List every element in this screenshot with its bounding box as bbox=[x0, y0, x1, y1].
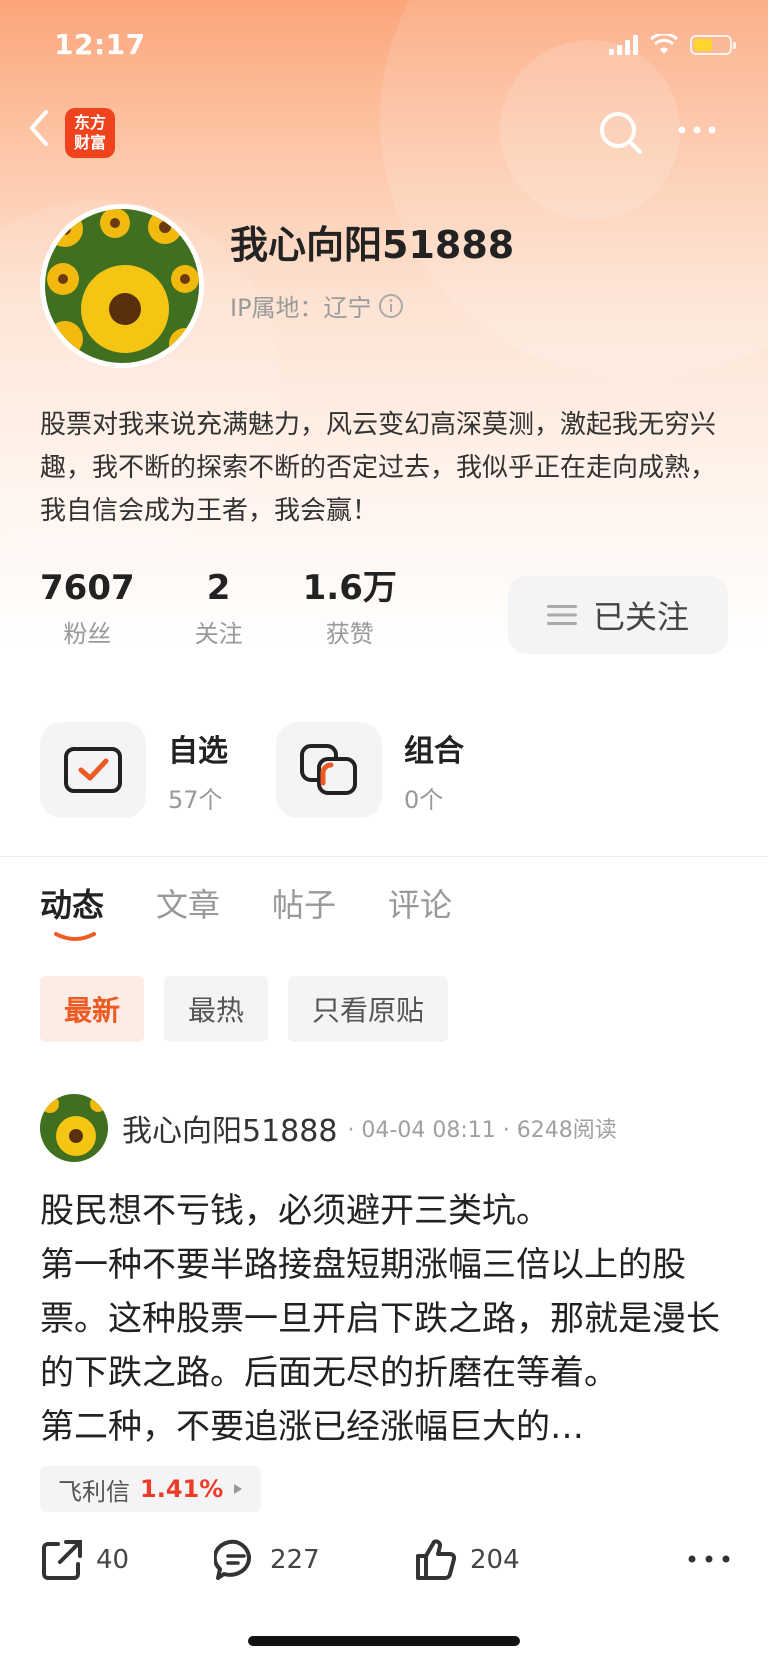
shortcut-count: 0个 bbox=[404, 785, 444, 814]
stock-name: 飞利信 bbox=[58, 1477, 130, 1506]
followed-label: 已关注 bbox=[592, 598, 689, 636]
stat-value: 1.6万 bbox=[302, 568, 397, 608]
stat-following[interactable]: 2 关注 bbox=[195, 568, 243, 649]
search-icon[interactable] bbox=[596, 108, 646, 158]
stat-value: 2 bbox=[206, 568, 231, 608]
comment-count: 227 bbox=[270, 1545, 320, 1575]
stat-followers[interactable]: 7607 粉丝 bbox=[40, 568, 135, 649]
top-nav: 东方 财富 bbox=[0, 100, 768, 170]
caret-right-icon bbox=[234, 1484, 243, 1494]
profile-bio: 股票对我来说充满魅力，风云变幻高深莫测，激起我无穷兴趣，我不断的探索不断的否定过… bbox=[40, 410, 717, 526]
status-time: 12:17 bbox=[54, 28, 146, 61]
share-icon bbox=[42, 1540, 82, 1580]
active-tab-indicator bbox=[54, 932, 96, 941]
profile-username: 我心向阳51888 bbox=[230, 223, 515, 267]
status-icons bbox=[609, 34, 736, 56]
battery-icon bbox=[690, 35, 736, 55]
stat-likes[interactable]: 1.6万 获赞 bbox=[303, 568, 397, 649]
share-count: 40 bbox=[96, 1545, 130, 1575]
followed-button[interactable]: 已关注 bbox=[508, 576, 728, 654]
stat-label: 获赞 bbox=[325, 620, 374, 648]
stock-tag[interactable]: 飞利信 1.41% bbox=[40, 1466, 262, 1512]
info-icon[interactable] bbox=[378, 293, 404, 319]
profile-stats: 7607 粉丝 2 关注 1.6万 获赞 bbox=[40, 568, 457, 649]
stock-change: 1.41% bbox=[140, 1475, 224, 1503]
tab-dynamic[interactable]: 动态 bbox=[40, 880, 104, 926]
post-author-avatar[interactable] bbox=[40, 1094, 108, 1162]
post-item[interactable]: 我心向阳51888 · 04-04 08:11 · 6248阅读 股民想不亏钱，… bbox=[40, 1094, 740, 1512]
home-indicator[interactable] bbox=[248, 1636, 520, 1646]
shortcut-count: 57个 bbox=[168, 785, 223, 814]
thumbs-up-icon bbox=[416, 1539, 457, 1580]
post-header: 我心向阳51888 · 04-04 08:11 · 6248阅读 bbox=[40, 1094, 740, 1162]
tab-posts[interactable]: 帖子 bbox=[272, 880, 336, 926]
post-body[interactable]: 股民想不亏钱，必须避开三类坑。 第一种不要半路接盘短期涨幅三倍以上的股票。这种股… bbox=[40, 1184, 740, 1454]
post-more-icon[interactable] bbox=[684, 1544, 734, 1574]
content-tabs: 动态 文章 帖子 评论 bbox=[40, 880, 452, 926]
comment-button[interactable]: 227 bbox=[214, 1538, 320, 1582]
ip-location-text: IP属地：辽宁 bbox=[230, 294, 372, 322]
filter-hottest[interactable]: 最热 bbox=[164, 976, 269, 1042]
watchlist-icon bbox=[40, 722, 146, 818]
filter-original-only[interactable]: 只看原贴 bbox=[288, 976, 449, 1042]
filter-latest[interactable]: 最新 bbox=[40, 976, 145, 1042]
signal-icon bbox=[609, 35, 638, 55]
profile-avatar[interactable] bbox=[40, 204, 204, 368]
stat-value: 7607 bbox=[40, 568, 135, 608]
like-count: 204 bbox=[470, 1545, 520, 1575]
portfolio-icon bbox=[276, 722, 382, 818]
back-icon[interactable] bbox=[24, 108, 54, 148]
ip-location: IP属地：辽宁 bbox=[230, 288, 404, 323]
profile-content: 自选 57个 组合 0个 动态 文章 帖子 评论 最新 最热 只看原贴 我心向阳… bbox=[0, 698, 768, 1663]
like-button[interactable]: 204 bbox=[414, 1538, 520, 1582]
post-author[interactable]: 我心向阳51888 bbox=[122, 1106, 337, 1150]
shortcut-watchlist[interactable]: 自选 57个 bbox=[40, 722, 228, 818]
post-actions: 40 227 204 bbox=[40, 1530, 740, 1590]
stat-label: 关注 bbox=[194, 620, 243, 648]
menu-lines-icon bbox=[546, 605, 577, 625]
app-logo-line1: 东方 bbox=[73, 113, 106, 132]
tab-comments[interactable]: 评论 bbox=[388, 880, 452, 926]
comment-icon bbox=[214, 1539, 251, 1580]
post-meta: · 04-04 08:11 · 6248阅读 bbox=[347, 1118, 617, 1143]
shortcut-title: 自选 bbox=[168, 733, 228, 769]
status-bar: 12:17 bbox=[0, 0, 768, 90]
more-icon[interactable] bbox=[672, 110, 722, 150]
app-logo[interactable]: 东方 财富 bbox=[65, 108, 115, 158]
wifi-icon bbox=[650, 34, 678, 54]
shortcut-portfolio[interactable]: 组合 0个 bbox=[276, 722, 464, 818]
app-logo-line2: 财富 bbox=[73, 133, 106, 152]
tab-articles[interactable]: 文章 bbox=[156, 880, 220, 926]
stat-label: 粉丝 bbox=[63, 620, 112, 648]
divider bbox=[0, 856, 768, 857]
shortcut-title: 组合 bbox=[404, 733, 464, 769]
post-filters: 最新 最热 只看原贴 bbox=[40, 976, 449, 1042]
share-button[interactable]: 40 bbox=[40, 1538, 129, 1582]
